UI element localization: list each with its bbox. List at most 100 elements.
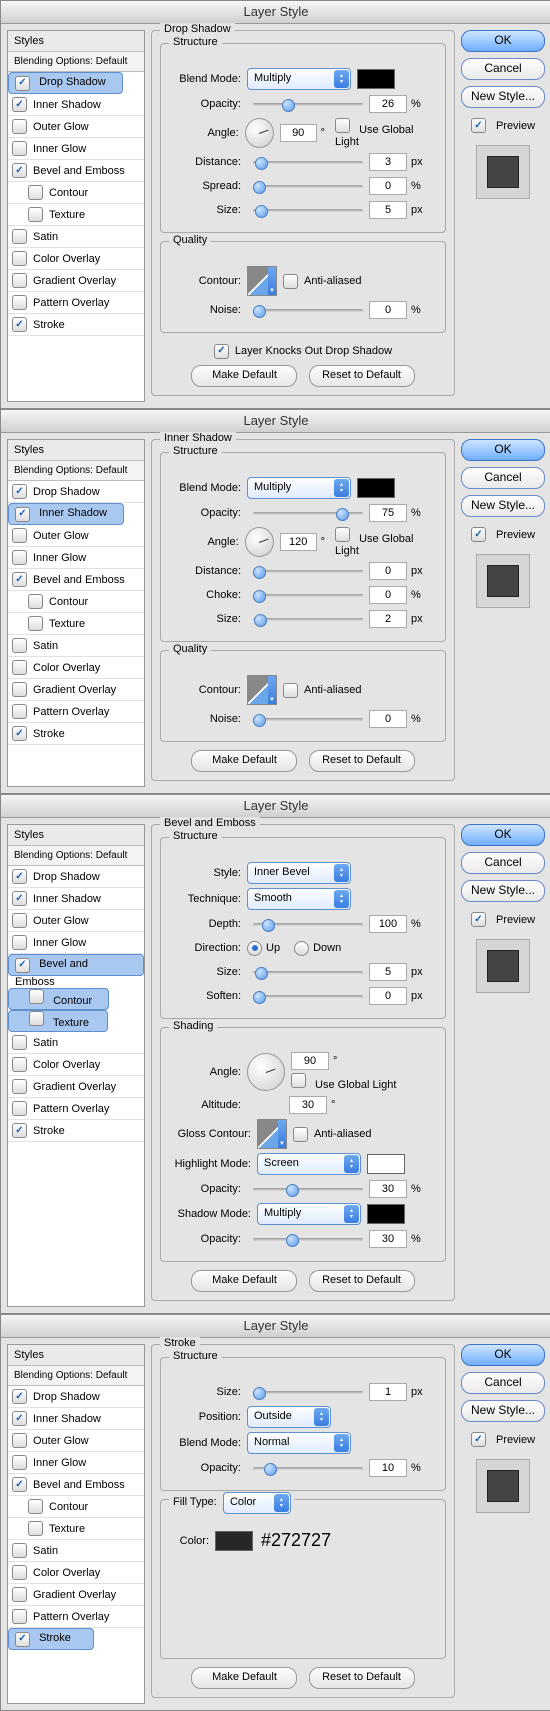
dropdown[interactable]: Screen▴▾ bbox=[257, 1153, 361, 1175]
dropdown[interactable]: Color▴▾ bbox=[223, 1492, 291, 1514]
value-input[interactable]: 10 bbox=[369, 1459, 407, 1477]
checkbox-icon[interactable] bbox=[28, 185, 43, 200]
style-item-contour[interactable]: Contour bbox=[8, 1496, 144, 1518]
style-item-outer-glow[interactable]: Outer Glow bbox=[8, 1430, 144, 1452]
slider[interactable] bbox=[253, 506, 363, 520]
style-item-pattern-overlay[interactable]: Pattern Overlay bbox=[8, 701, 144, 723]
style-item-pattern-overlay[interactable]: Pattern Overlay bbox=[8, 1098, 144, 1120]
checkbox-icon[interactable] bbox=[12, 273, 27, 288]
style-item-texture[interactable]: Texture bbox=[8, 204, 144, 226]
angle-wheel[interactable] bbox=[247, 1053, 285, 1091]
slider[interactable] bbox=[253, 1232, 363, 1246]
checkbox-icon[interactable] bbox=[28, 207, 43, 222]
checkbox-icon[interactable] bbox=[12, 163, 27, 178]
checkbox-icon[interactable] bbox=[12, 1477, 27, 1492]
style-item-stroke[interactable]: Stroke bbox=[8, 723, 144, 745]
style-item-satin[interactable]: Satin bbox=[8, 1032, 144, 1054]
slider[interactable] bbox=[253, 155, 363, 169]
checkbox-icon[interactable] bbox=[29, 1011, 44, 1026]
angle-input[interactable]: 120 bbox=[280, 533, 317, 551]
highlight-color-swatch[interactable] bbox=[367, 1154, 405, 1174]
style-item-contour[interactable]: Contour bbox=[8, 988, 109, 1010]
slider[interactable] bbox=[253, 612, 363, 626]
checkbox-icon[interactable] bbox=[12, 1079, 27, 1094]
slider[interactable] bbox=[253, 588, 363, 602]
preview-checkbox[interactable] bbox=[471, 118, 486, 133]
new-style-button[interactable]: New Style... bbox=[461, 495, 545, 517]
dropdown[interactable]: Multiply▴▾ bbox=[247, 68, 351, 90]
value-input[interactable]: 100 bbox=[369, 915, 407, 933]
new-style-button[interactable]: New Style... bbox=[461, 86, 545, 108]
angle-input[interactable]: 90 bbox=[280, 124, 317, 142]
value-input[interactable]: 5 bbox=[369, 201, 407, 219]
contour-picker[interactable] bbox=[247, 675, 277, 705]
style-item-bevel-and-emboss[interactable]: Bevel and Emboss bbox=[8, 954, 144, 976]
anti-aliased-checkbox[interactable] bbox=[283, 274, 298, 289]
value-input[interactable]: 1 bbox=[369, 1383, 407, 1401]
slider[interactable] bbox=[253, 203, 363, 217]
checkbox-icon[interactable] bbox=[15, 958, 30, 973]
make-default-button[interactable]: Make Default bbox=[191, 750, 297, 772]
checkbox-icon[interactable] bbox=[12, 229, 27, 244]
checkbox-icon[interactable] bbox=[12, 1543, 27, 1558]
dropdown[interactable]: Multiply▴▾ bbox=[247, 477, 351, 499]
checkbox-icon[interactable] bbox=[12, 572, 27, 587]
slider[interactable] bbox=[253, 1385, 363, 1399]
cancel-button[interactable]: Cancel bbox=[461, 58, 545, 80]
style-item-outer-glow[interactable]: Outer Glow bbox=[8, 910, 144, 932]
style-item-stroke[interactable]: Stroke bbox=[8, 1120, 144, 1142]
new-style-button[interactable]: New Style... bbox=[461, 880, 545, 902]
dropdown[interactable]: Outside▴▾ bbox=[247, 1406, 331, 1428]
global-light-checkbox[interactable] bbox=[335, 527, 350, 542]
value-input[interactable]: 2 bbox=[369, 610, 407, 628]
style-item-gradient-overlay[interactable]: Gradient Overlay bbox=[8, 270, 144, 292]
color-swatch[interactable] bbox=[357, 69, 395, 89]
slider[interactable] bbox=[253, 179, 363, 193]
style-item-satin[interactable]: Satin bbox=[8, 1540, 144, 1562]
style-item-texture[interactable]: Texture bbox=[8, 1518, 144, 1540]
altitude-input[interactable]: 30 bbox=[289, 1096, 327, 1114]
ok-button[interactable]: OK bbox=[461, 30, 545, 52]
checkbox-icon[interactable] bbox=[12, 1609, 27, 1624]
style-item-satin[interactable]: Satin bbox=[8, 635, 144, 657]
style-item-gradient-overlay[interactable]: Gradient Overlay bbox=[8, 1584, 144, 1606]
style-item-satin[interactable]: Satin bbox=[8, 226, 144, 248]
checkbox-icon[interactable] bbox=[12, 1433, 27, 1448]
slider[interactable] bbox=[253, 564, 363, 578]
style-item-pattern-overlay[interactable]: Pattern Overlay bbox=[8, 1606, 144, 1628]
value-input[interactable]: 0 bbox=[369, 177, 407, 195]
checkbox-icon[interactable] bbox=[12, 550, 27, 565]
checkbox-icon[interactable] bbox=[12, 1411, 27, 1426]
gloss-contour-picker[interactable] bbox=[257, 1119, 287, 1149]
dropdown[interactable]: Smooth▴▾ bbox=[247, 888, 351, 910]
style-item-color-overlay[interactable]: Color Overlay bbox=[8, 1054, 144, 1076]
checkbox-icon[interactable] bbox=[12, 484, 27, 499]
reset-default-button[interactable]: Reset to Default bbox=[309, 1667, 415, 1689]
ok-button[interactable]: OK bbox=[461, 1344, 545, 1366]
cancel-button[interactable]: Cancel bbox=[461, 467, 545, 489]
checkbox-icon[interactable] bbox=[12, 1565, 27, 1580]
style-item-inner-shadow[interactable]: Inner Shadow bbox=[8, 1408, 144, 1430]
style-item-inner-shadow[interactable]: Inner Shadow bbox=[8, 888, 144, 910]
style-item-outer-glow[interactable]: Outer Glow bbox=[8, 525, 144, 547]
angle-input[interactable]: 90 bbox=[291, 1052, 329, 1070]
style-item-inner-glow[interactable]: Inner Glow bbox=[8, 932, 144, 954]
checkbox-icon[interactable] bbox=[12, 1057, 27, 1072]
style-item-color-overlay[interactable]: Color Overlay bbox=[8, 248, 144, 270]
checkbox-icon[interactable] bbox=[12, 704, 27, 719]
blending-options[interactable]: Blending Options: Default bbox=[8, 52, 144, 72]
anti-aliased-checkbox[interactable] bbox=[283, 683, 298, 698]
cancel-button[interactable]: Cancel bbox=[461, 852, 545, 874]
global-light-checkbox[interactable] bbox=[335, 118, 350, 133]
style-item-bevel-and-emboss[interactable]: Bevel and Emboss bbox=[8, 160, 144, 182]
make-default-button[interactable]: Make Default bbox=[191, 365, 297, 387]
checkbox-icon[interactable] bbox=[12, 869, 27, 884]
blending-options[interactable]: Blending Options: Default bbox=[8, 846, 144, 866]
checkbox-icon[interactable] bbox=[12, 660, 27, 675]
checkbox-icon[interactable] bbox=[12, 1587, 27, 1602]
slider[interactable] bbox=[253, 965, 363, 979]
new-style-button[interactable]: New Style... bbox=[461, 1400, 545, 1422]
ok-button[interactable]: OK bbox=[461, 439, 545, 461]
style-item-pattern-overlay[interactable]: Pattern Overlay bbox=[8, 292, 144, 314]
checkbox-icon[interactable] bbox=[28, 1499, 43, 1514]
